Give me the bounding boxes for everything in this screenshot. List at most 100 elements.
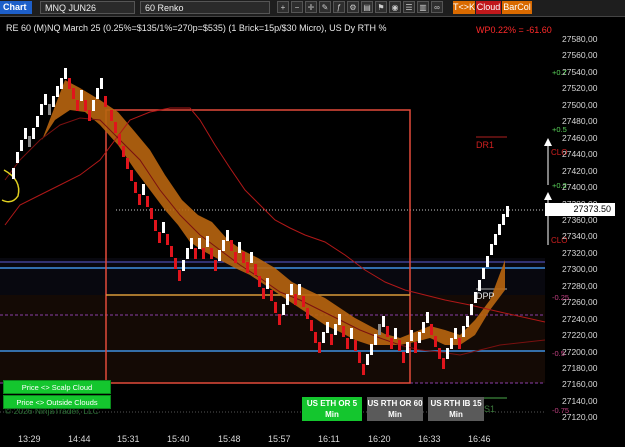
- renko-brick: [314, 332, 317, 343]
- renko-brick: [302, 296, 305, 307]
- renko-brick: [64, 68, 67, 79]
- price-tick-label: 27160,00: [562, 379, 598, 390]
- renko-brick: [92, 100, 95, 111]
- renko-brick: [56, 86, 59, 97]
- renko-brick: [378, 324, 381, 335]
- attach-icon[interactable]: ⚑: [375, 1, 387, 13]
- renko-brick: [134, 182, 137, 193]
- renko-brick: [446, 348, 449, 359]
- renko-brick: [470, 304, 473, 315]
- renko-brick: [114, 122, 117, 133]
- us-rth-or-button[interactable]: US RTH OR 60 Min: [367, 397, 423, 421]
- renko-brick: [370, 344, 373, 355]
- renko-brick: [198, 238, 201, 249]
- zoom-out-icon[interactable]: −: [291, 1, 303, 13]
- tk-toggle-button[interactable]: T<>K: [453, 1, 475, 14]
- renko-brick: [182, 260, 185, 271]
- renko-brick: [88, 110, 91, 121]
- snapshot-icon[interactable]: ◉: [389, 1, 401, 13]
- link-icon[interactable]: ∞: [431, 1, 443, 13]
- renko-brick: [322, 332, 325, 343]
- renko-brick: [12, 168, 15, 179]
- chart-title: RE 60 (M)NQ March 25 (0.25%=$135/1%=270p…: [6, 23, 387, 33]
- price-tick-label: 27460,00: [562, 132, 598, 143]
- percent-level-label: -0.5: [552, 349, 565, 358]
- renko-brick: [410, 330, 413, 341]
- instrument-selector[interactable]: MNQ JUN26: [40, 1, 135, 14]
- scalp-cloud-button[interactable]: Price <> Scalp Cloud: [3, 380, 111, 394]
- renko-brick: [210, 248, 213, 259]
- time-tick-label: 14:44: [68, 434, 91, 444]
- renko-brick: [350, 328, 353, 339]
- time-tick-label: 16:46: [468, 434, 491, 444]
- renko-brick: [346, 338, 349, 349]
- crosshair-icon[interactable]: ✛: [305, 1, 317, 13]
- zoom-in-icon[interactable]: +: [277, 1, 289, 13]
- renko-brick: [482, 268, 485, 279]
- renko-brick: [466, 316, 469, 327]
- percent-level-label: -0.75: [552, 406, 570, 415]
- barcol-toggle-button[interactable]: BarCol: [502, 1, 532, 14]
- renko-brick: [246, 262, 249, 273]
- price-tick-label: 27560,00: [562, 50, 598, 61]
- price-tick-label: 27200,00: [562, 346, 598, 357]
- us-eth-or-button[interactable]: US ETH OR 5 Min: [302, 397, 362, 421]
- properties-icon[interactable]: ☰: [403, 1, 415, 13]
- time-tick-label: 13:29: [18, 434, 41, 444]
- price-tick-label: 27420,00: [562, 165, 598, 176]
- renko-brick: [266, 278, 269, 289]
- renko-brick: [206, 236, 209, 247]
- renko-brick: [122, 146, 125, 157]
- renko-brick: [84, 100, 87, 111]
- renko-brick: [214, 260, 217, 271]
- renko-brick: [194, 248, 197, 259]
- renko-brick: [326, 322, 329, 333]
- templates-icon[interactable]: ▤: [361, 1, 373, 13]
- cloud-toggle-button[interactable]: Cloud: [476, 1, 501, 14]
- renko-brick: [478, 280, 481, 291]
- copyright-text: © 2026 NinjaTrader, LLC: [5, 406, 99, 416]
- renko-brick: [434, 336, 437, 347]
- renko-brick: [190, 238, 193, 249]
- percent-level-label: -0.25: [552, 293, 570, 302]
- time-tick-label: 16:20: [368, 434, 391, 444]
- percent-level-label: +0.5: [552, 125, 567, 134]
- renko-brick: [258, 276, 261, 287]
- renko-brick: [294, 294, 297, 305]
- renko-brick: [422, 322, 425, 333]
- renko-brick: [186, 248, 189, 259]
- renko-brick: [394, 328, 397, 339]
- renko-brick: [318, 342, 321, 353]
- renko-brick: [96, 88, 99, 99]
- renko-brick: [202, 248, 205, 259]
- us-rth-ib-button[interactable]: US RTH IB 15 Min: [428, 397, 484, 421]
- indicators-icon[interactable]: ƒ: [333, 1, 345, 13]
- renko-brick: [494, 234, 497, 245]
- period-selector[interactable]: 60 Renko: [140, 1, 270, 14]
- renko-brick: [338, 314, 341, 325]
- renko-brick: [458, 338, 461, 349]
- renko-brick: [334, 324, 337, 335]
- renko-brick: [218, 250, 221, 261]
- price-tick-label: 27280,00: [562, 280, 598, 291]
- price-tick-label: 27580,00: [562, 34, 598, 44]
- renko-brick: [24, 128, 27, 139]
- renko-brick: [16, 152, 19, 163]
- renko-brick: [60, 78, 63, 89]
- renko-brick: [426, 312, 429, 323]
- renko-brick: [178, 270, 181, 281]
- price-tick-label: 27340,00: [562, 231, 598, 242]
- draw-tool-icon[interactable]: ✎: [319, 1, 331, 13]
- price-tick-label: 27320,00: [562, 247, 598, 258]
- yellow-arc-marker: [1, 169, 20, 203]
- renko-brick: [68, 78, 71, 89]
- chart-tab[interactable]: Chart: [0, 1, 32, 14]
- renko-brick: [242, 252, 245, 263]
- renko-brick: [274, 302, 277, 313]
- renko-brick: [270, 290, 273, 301]
- renko-brick: [406, 342, 409, 353]
- strategy-icon[interactable]: ⚙: [347, 1, 359, 13]
- renko-brick: [390, 338, 393, 349]
- bar-type-icon[interactable]: ▥: [417, 1, 429, 13]
- price-tick-label: 27540,00: [562, 66, 598, 77]
